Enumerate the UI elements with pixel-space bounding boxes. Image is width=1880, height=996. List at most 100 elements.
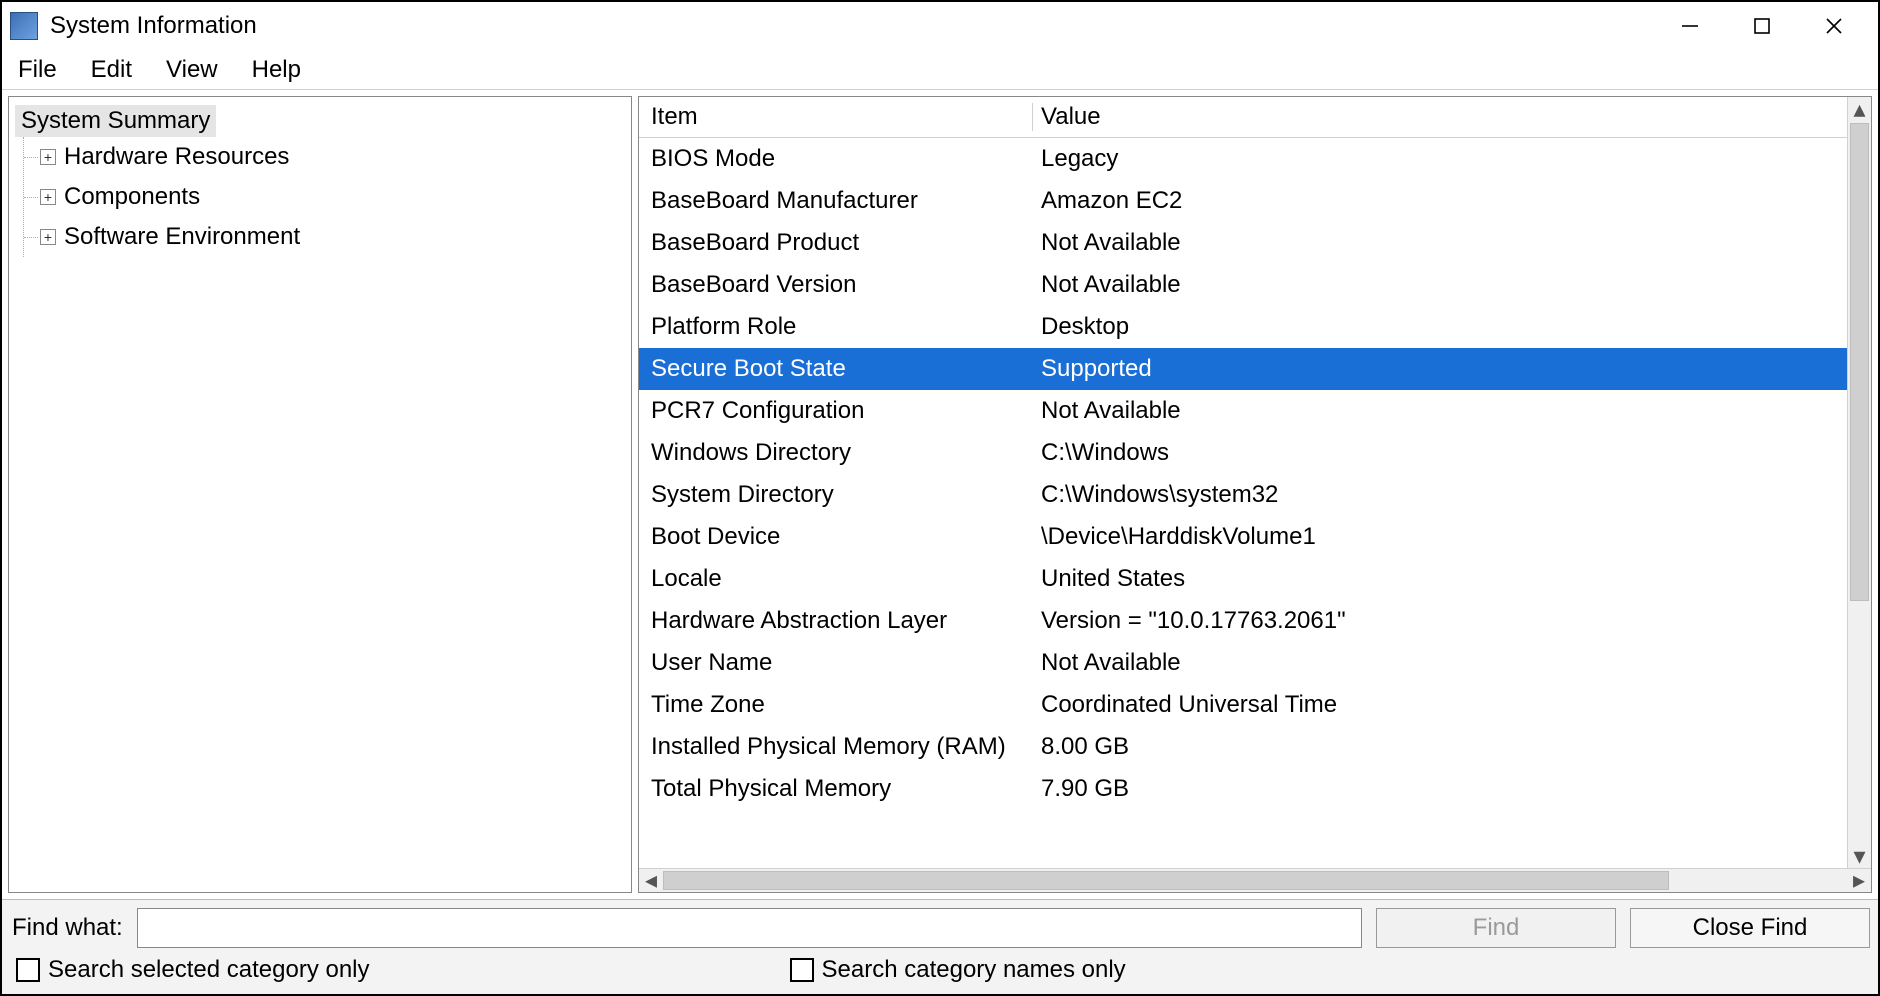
tree-item-software-environment[interactable]: + Software Environment xyxy=(24,217,625,257)
minimize-icon xyxy=(1680,16,1700,36)
tree: System Summary + Hardware Resources + Co… xyxy=(9,97,631,265)
list-row[interactable]: Hardware Abstraction LayerVersion = "10.… xyxy=(639,600,1847,642)
maximize-button[interactable] xyxy=(1726,2,1798,50)
cell-item: Installed Physical Memory (RAM) xyxy=(639,733,1033,761)
list-rows: BIOS ModeLegacyBaseBoard ManufacturerAma… xyxy=(639,138,1847,810)
find-bar: Find what: Find Close Find Search select… xyxy=(2,899,1878,994)
cell-item: Windows Directory xyxy=(639,439,1033,467)
app-window: System Information File Edit View Help S… xyxy=(0,0,1880,996)
menu-help[interactable]: Help xyxy=(244,52,309,88)
list-row[interactable]: LocaleUnited States xyxy=(639,558,1847,600)
tree-item-label: Hardware Resources xyxy=(64,143,289,171)
list-row[interactable]: System DirectoryC:\Windows\system32 xyxy=(639,474,1847,516)
close-icon xyxy=(1824,16,1844,36)
list-row[interactable]: Windows DirectoryC:\Windows xyxy=(639,432,1847,474)
vertical-scrollbar[interactable]: ▴ ▾ xyxy=(1847,97,1871,868)
list-row[interactable]: BaseBoard VersionNot Available xyxy=(639,264,1847,306)
list-row[interactable]: Platform RoleDesktop xyxy=(639,306,1847,348)
app-icon xyxy=(10,12,38,40)
find-label: Find what: xyxy=(10,914,123,942)
list-row[interactable]: Total Physical Memory7.90 GB xyxy=(639,768,1847,810)
cell-value: Not Available xyxy=(1033,271,1847,299)
cell-value: Amazon EC2 xyxy=(1033,187,1847,215)
menu-file[interactable]: File xyxy=(10,52,65,88)
tree-pane: System Summary + Hardware Resources + Co… xyxy=(8,96,632,893)
vertical-scroll-thumb[interactable] xyxy=(1850,123,1869,601)
cell-item: Boot Device xyxy=(639,523,1033,551)
scroll-left-icon[interactable]: ◂ xyxy=(639,869,663,892)
cell-item: PCR7 Configuration xyxy=(639,397,1033,425)
cell-value: Version = "10.0.17763.2061" xyxy=(1033,607,1847,635)
cell-item: Hardware Abstraction Layer xyxy=(639,607,1033,635)
content-area: System Summary + Hardware Resources + Co… xyxy=(2,90,1878,899)
menu-view[interactable]: View xyxy=(158,52,226,88)
column-header-value[interactable]: Value xyxy=(1033,103,1847,131)
maximize-icon xyxy=(1753,17,1771,35)
horizontal-scroll-thumb[interactable] xyxy=(663,871,1669,890)
cell-value: Not Available xyxy=(1033,229,1847,257)
cell-value: 7.90 GB xyxy=(1033,775,1847,803)
list-row[interactable]: User NameNot Available xyxy=(639,642,1847,684)
close-button[interactable] xyxy=(1798,2,1870,50)
scroll-right-icon[interactable]: ▸ xyxy=(1847,869,1871,892)
cell-item: Time Zone xyxy=(639,691,1033,719)
window-title: System Information xyxy=(50,12,257,40)
cell-value: Legacy xyxy=(1033,145,1847,173)
cell-value: Desktop xyxy=(1033,313,1847,341)
list-row[interactable]: PCR7 ConfigurationNot Available xyxy=(639,390,1847,432)
cell-value: C:\Windows xyxy=(1033,439,1847,467)
expand-icon[interactable]: + xyxy=(40,149,56,165)
expand-icon[interactable]: + xyxy=(40,229,56,245)
checkbox-label: Search category names only xyxy=(822,956,1126,984)
list-row[interactable]: Secure Boot StateSupported xyxy=(639,348,1847,390)
list-row[interactable]: Boot Device\Device\HarddiskVolume1 xyxy=(639,516,1847,558)
list-body: Item Value BIOS ModeLegacyBaseBoard Manu… xyxy=(639,97,1847,868)
scroll-up-icon[interactable]: ▴ xyxy=(1848,97,1871,121)
cell-value: United States xyxy=(1033,565,1847,593)
list-row[interactable]: BIOS ModeLegacy xyxy=(639,138,1847,180)
tree-item-label: Components xyxy=(64,183,200,211)
tree-item-label: Software Environment xyxy=(64,223,300,251)
checkbox-label: Search selected category only xyxy=(48,956,370,984)
cell-item: Locale xyxy=(639,565,1033,593)
list-pane: Item Value BIOS ModeLegacyBaseBoard Manu… xyxy=(638,96,1872,893)
cell-value: Supported xyxy=(1033,355,1847,383)
list-row[interactable]: BaseBoard ProductNot Available xyxy=(639,222,1847,264)
expand-icon[interactable]: + xyxy=(40,189,56,205)
horizontal-scrollbar[interactable]: ◂ ▸ xyxy=(639,868,1871,892)
cell-item: BaseBoard Product xyxy=(639,229,1033,257)
checkbox-search-names[interactable]: Search category names only xyxy=(790,956,1126,984)
cell-item: User Name xyxy=(639,649,1033,677)
cell-item: Total Physical Memory xyxy=(639,775,1033,803)
column-header-item[interactable]: Item xyxy=(639,103,1033,131)
menubar: File Edit View Help xyxy=(2,50,1878,90)
cell-item: BaseBoard Version xyxy=(639,271,1033,299)
cell-item: BaseBoard Manufacturer xyxy=(639,187,1033,215)
checkbox-search-selected[interactable]: Search selected category only xyxy=(16,956,370,984)
cell-value: Coordinated Universal Time xyxy=(1033,691,1847,719)
cell-item: System Directory xyxy=(639,481,1033,509)
checkbox-icon xyxy=(16,958,40,982)
tree-root-system-summary[interactable]: System Summary xyxy=(15,105,216,137)
cell-value: C:\Windows\system32 xyxy=(1033,481,1847,509)
checkbox-icon xyxy=(790,958,814,982)
tree-item-hardware-resources[interactable]: + Hardware Resources xyxy=(24,137,625,177)
cell-item: BIOS Mode xyxy=(639,145,1033,173)
list-header: Item Value xyxy=(639,97,1847,138)
scroll-down-icon[interactable]: ▾ xyxy=(1848,844,1871,868)
find-input[interactable] xyxy=(137,908,1362,948)
titlebar: System Information xyxy=(2,2,1878,50)
cell-value: Not Available xyxy=(1033,649,1847,677)
tree-children: + Hardware Resources + Components + Soft… xyxy=(23,137,625,257)
menu-edit[interactable]: Edit xyxy=(83,52,140,88)
find-button[interactable]: Find xyxy=(1376,908,1616,948)
list-row[interactable]: BaseBoard ManufacturerAmazon EC2 xyxy=(639,180,1847,222)
cell-value: \Device\HarddiskVolume1 xyxy=(1033,523,1847,551)
list-area: Item Value BIOS ModeLegacyBaseBoard Manu… xyxy=(639,97,1871,868)
close-find-button[interactable]: Close Find xyxy=(1630,908,1870,948)
list-row[interactable]: Installed Physical Memory (RAM)8.00 GB xyxy=(639,726,1847,768)
list-row[interactable]: Time ZoneCoordinated Universal Time xyxy=(639,684,1847,726)
tree-item-components[interactable]: + Components xyxy=(24,177,625,217)
cell-value: 8.00 GB xyxy=(1033,733,1847,761)
minimize-button[interactable] xyxy=(1654,2,1726,50)
